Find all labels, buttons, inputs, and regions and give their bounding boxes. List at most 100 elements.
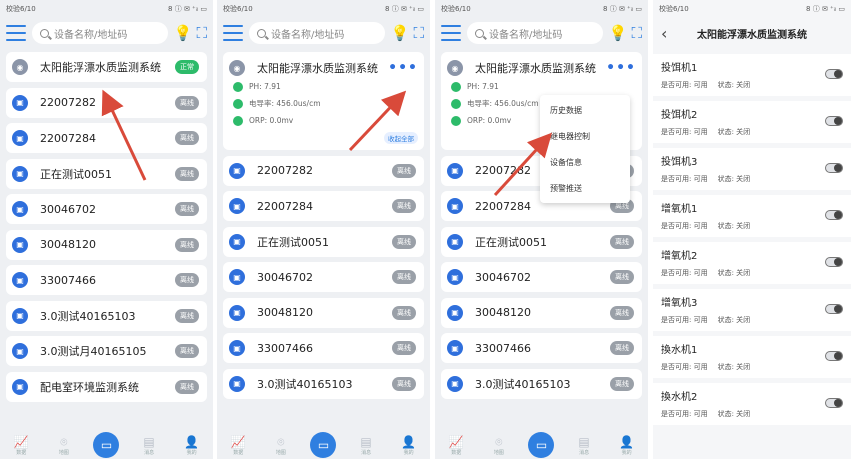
device-card[interactable]: ▣ 3.0测试40165103 离线 [223,368,424,399]
search-input[interactable]: 设备名称/地址码 [249,22,385,44]
nav-item[interactable]: 👤 我的 [613,435,641,456]
device-card[interactable]: ▣ 30046702 离线 [6,194,207,224]
menu-icon[interactable] [223,25,243,41]
relay-toggle[interactable] [825,116,843,126]
relay-toggle[interactable] [825,69,843,79]
menu-item[interactable]: 预警推送 [540,175,630,201]
back-icon[interactable]: ‹ [661,24,685,43]
nav-item[interactable]: 📈 数据 [224,435,252,456]
expanded-device-card[interactable]: ◉ 太阳能浮漂水质监测系统 ••• PH: 7.91 电导率: 456.0us/… [223,52,424,150]
device-card[interactable]: ▣ 22007284 离线 [223,191,424,221]
device-name: 30048120 [40,238,96,251]
device-icon: ◉ [229,60,245,76]
device-icon: ▣ [447,269,463,285]
user-icon: 👤 [184,435,200,449]
menu-item[interactable]: 历史数据 [540,97,630,123]
device-card[interactable]: ◉ 太阳能浮漂水质监测系统 正常 [6,52,207,82]
device-card[interactable]: ▣ 3.0测试月40165105 离线 [6,336,207,366]
location-icon: ⌾ [277,435,285,449]
status-badge: 离线 [175,273,199,287]
relay-toggle[interactable] [825,351,843,361]
device-card[interactable]: ▣ 33007466 离线 [6,265,207,295]
relay-status: 是否可用: 可用 状态: 关闭 [661,409,843,419]
relay-item: 投饵机2 是否可用: 可用 状态: 关闭 [653,101,851,143]
nav-item[interactable]: 👤 我的 [395,435,423,456]
device-card[interactable]: ▣ 3.0测试40165103 离线 [6,300,207,331]
menu-icon[interactable] [6,25,26,41]
nav-item[interactable]: ⌾ 地图 [50,435,78,456]
collapse-button[interactable]: 收起全部 [384,132,418,144]
more-icon[interactable]: ••• [606,60,636,76]
relay-name: 投饵机3 [661,157,698,168]
device-card[interactable]: ▣ 22007282 离线 [6,87,207,118]
param-row: ORP: 0.0mv [229,112,418,129]
relay-item: 增氧机3 是否可用: 可用 状态: 关闭 [653,289,851,331]
device-card[interactable]: ▣ 33007466 离线 [441,333,642,363]
device-icon: ▣ [447,162,463,179]
top-bar: 设备名称/地址码 💡 ⛶ [217,18,430,48]
device-icon: ▣ [447,233,463,250]
device-card[interactable]: ▣ 30048120 离线 [441,297,642,328]
relay-toggle[interactable] [825,304,843,314]
status-left: 校验6/10 [6,5,36,13]
relay-toggle[interactable] [825,398,843,408]
search-input[interactable]: 设备名称/地址码 [32,22,168,44]
device-card[interactable]: ▣ 正在测试0051 离线 [441,226,642,257]
status-dot-icon [451,115,461,126]
relay-status: 是否可用: 可用 状态: 关闭 [661,80,843,90]
scan-icon[interactable]: ⛶ [413,24,424,42]
nav-item[interactable]: ▤ 消息 [135,435,163,456]
nav-item[interactable]: ⌾ 地图 [267,435,295,456]
nav-item[interactable]: ▤ 消息 [570,435,598,456]
device-name: 22007284 [257,199,313,213]
device-card[interactable]: ▣ 3.0测试40165103 离线 [441,368,642,399]
menu-item[interactable]: 继电器控制 [540,123,630,149]
bulb-icon[interactable]: 💡 [609,24,628,42]
device-card[interactable]: ▣ 配电室环境监测系统 离线 [6,371,207,402]
status-right: 8 ⓘ ✉ ⁺ᵢₗ ▭ [385,5,424,13]
device-card[interactable]: ▣ 30048120 离线 [6,229,207,260]
device-card[interactable]: ▣ 正在测试0051 离线 [6,158,207,189]
device-card[interactable]: ▣ 22007282 离线 [223,155,424,186]
device-icon: ◉ [447,60,463,76]
relay-toggle[interactable] [825,257,843,267]
scan-icon[interactable]: ⛶ [196,24,207,42]
relay-toggle[interactable] [825,210,843,220]
device-card[interactable]: ▣ 33007466 离线 [223,333,424,363]
status-dot-icon [233,98,243,109]
bulb-icon[interactable]: 💡 [174,24,193,42]
nav-item[interactable]: 👤 我的 [178,435,206,456]
status-badge: 离线 [392,234,416,249]
device-card[interactable]: ▣ 30048120 离线 [223,297,424,328]
device-icon: ▣ [447,375,463,392]
more-icon[interactable]: ••• [388,60,418,76]
device-card[interactable]: ▣ 正在测试0051 离线 [223,226,424,257]
search-input[interactable]: 设备名称/地址码 [467,22,603,44]
panel-device-menu: 校验6/10 8 ⓘ ✉ ⁺ᵢₗ ▭ 设备名称/地址码 💡 ⛶ ◉ 太阳能浮漂水… [435,0,648,459]
device-card[interactable]: ▣ 22007284 离线 [6,123,207,153]
device-card[interactable]: ▣ 30046702 离线 [223,262,424,292]
nav-label: 地图 [493,450,504,456]
nav-item[interactable]: 📈 数据 [442,435,470,456]
nav-label: 数据 [16,450,27,456]
bulb-icon[interactable]: 💡 [391,24,410,42]
relay-state: 状态: 关闭 [717,269,751,277]
nav-item[interactable]: 📈 数据 [7,435,35,456]
message-icon: ▤ [360,435,372,449]
location-icon: ⌾ [60,435,68,449]
menu-icon[interactable] [441,25,461,41]
nav-item[interactable]: ▤ 消息 [352,435,380,456]
status-badge: 离线 [610,270,634,284]
relay-available: 是否可用: 可用 [661,81,708,89]
relay-toggle[interactable] [825,163,843,173]
nav-item[interactable]: ▭ [527,432,555,458]
menu-item[interactable]: 设备信息 [540,149,630,175]
relay-status: 是否可用: 可用 状态: 关闭 [661,268,843,278]
nav-item[interactable]: ⌾ 地图 [485,435,513,456]
nav-item[interactable]: ▭ [92,432,120,458]
scan-icon[interactable]: ⛶ [631,24,642,42]
device-card[interactable]: ▣ 30046702 离线 [441,262,642,292]
status-badge: 离线 [610,376,634,391]
device-name: 正在测试0051 [257,235,329,249]
nav-item[interactable]: ▭ [309,432,337,458]
